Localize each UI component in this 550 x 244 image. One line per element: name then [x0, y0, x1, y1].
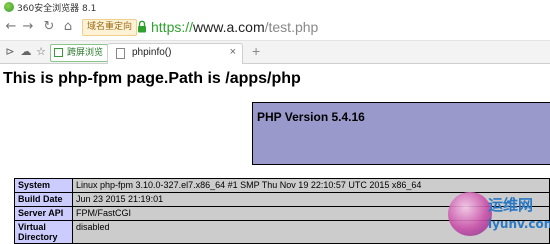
page-heading: This is php-fpm page.Path is /apps/php	[3, 70, 301, 87]
bookmark-icon[interactable]: ☆	[33, 44, 49, 60]
new-tab-icon[interactable]: +	[252, 43, 260, 59]
window-titlebar: 360安全浏览器 8.1	[0, 0, 550, 15]
url-scheme: https://	[151, 19, 194, 35]
php-version-header: PHP Version 5.4.16	[252, 102, 550, 165]
split-screen-label: 跨屏浏览	[67, 48, 104, 58]
home-icon[interactable]: ⌂	[61, 19, 75, 35]
refresh-icon[interactable]: ↻	[42, 19, 56, 35]
split-screen-icon	[54, 48, 63, 57]
url-field[interactable]: https://www.a.com/test.php	[151, 18, 318, 36]
tab-bar: ⊳ ☁ ☆ 跨屏浏览 phpinfo() × +	[0, 41, 550, 64]
browser-logo-icon	[4, 2, 14, 12]
row-key: Server API	[14, 206, 73, 221]
watermark: 运维网 iyunv.com	[448, 190, 550, 240]
split-screen-button[interactable]: 跨屏浏览	[50, 44, 109, 62]
php-version-title: PHP Version 5.4.16	[257, 110, 365, 124]
address-bar: ← → ↻ ⌂ 域名重定向 https://www.a.com/test.php	[0, 15, 550, 41]
window-title: 360安全浏览器 8.1	[17, 4, 97, 14]
cloud-icon[interactable]: ☁	[18, 44, 34, 60]
lock-icon	[138, 20, 146, 33]
watermark-en-text: iyunv.com	[488, 217, 550, 231]
url-path: /test.php	[264, 19, 319, 35]
redirect-badge[interactable]: 域名重定向	[82, 19, 138, 36]
sidebar-toggle-icon[interactable]: ⊳	[2, 44, 18, 60]
tab-label: phpinfo()	[132, 47, 172, 58]
page-icon	[116, 48, 125, 59]
forward-icon[interactable]: →	[21, 19, 35, 35]
close-icon[interactable]: ×	[230, 46, 236, 58]
watermark-cn-text: 运维网	[488, 196, 534, 214]
tab-phpinfo[interactable]: phpinfo() ×	[107, 43, 243, 64]
back-icon[interactable]: ←	[4, 19, 18, 35]
row-key: Virtual Directory	[14, 220, 73, 244]
watermark-logo-icon	[448, 192, 492, 236]
url-host: www.a.com	[193, 19, 265, 35]
row-key: Build Date	[14, 192, 73, 207]
row-key: System	[14, 178, 73, 193]
